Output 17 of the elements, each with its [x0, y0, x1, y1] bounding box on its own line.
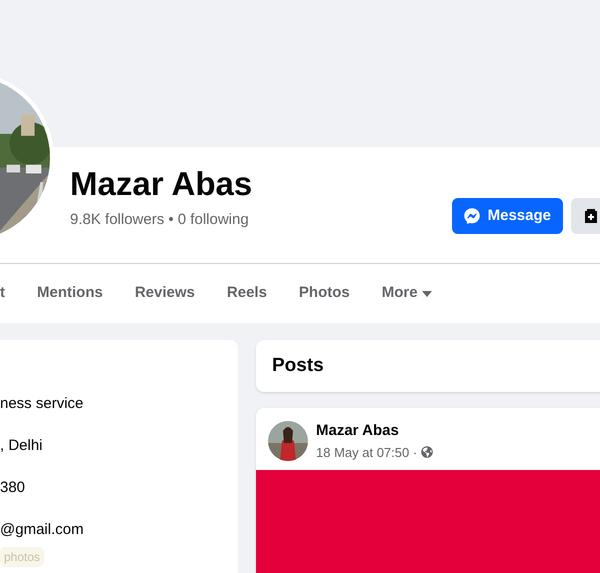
message-button[interactable]: Message [452, 198, 563, 234]
intro-detail: 380 [0, 479, 26, 497]
posts-title: Posts [272, 354, 324, 378]
intro-detail: @gmail.com [0, 521, 84, 539]
post-author: Mazar Abas [316, 421, 400, 441]
profile-tab[interactable]: Reviews [118, 264, 211, 323]
profile-tab[interactable]: Photos [282, 264, 366, 323]
post-time: 18 May at 07:50 · [316, 444, 418, 462]
profile-tab[interactable]: More [366, 264, 448, 323]
profile-tab[interactable]: t [0, 264, 21, 323]
intro-detail: , Delhi [0, 437, 43, 455]
intro-detail: ness service [0, 395, 84, 413]
follower-stats: 9.8K followers • 0 following [70, 210, 250, 230]
profile-tab[interactable]: Reels [210, 264, 283, 323]
profile-name: Mazar Abas [70, 164, 252, 204]
profile-tab[interactable]: Mentions [21, 264, 119, 323]
photos-tag: photos [0, 547, 44, 567]
